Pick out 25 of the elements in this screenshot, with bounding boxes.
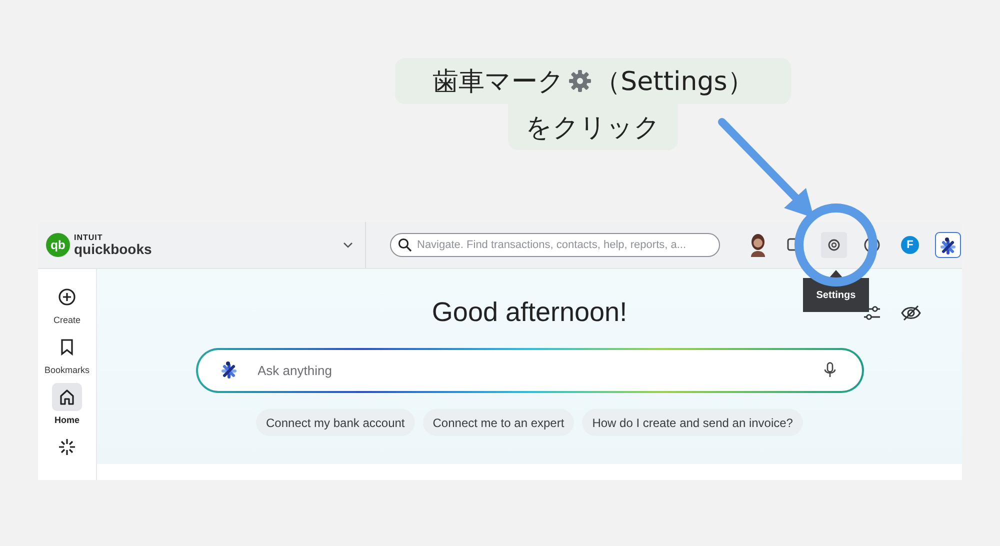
- suggestion-chip[interactable]: Connect me to an expert: [422, 409, 574, 436]
- callout-text: をクリック: [526, 112, 660, 144]
- logo-mark: qb: [46, 233, 70, 257]
- profile-initial[interactable]: F: [901, 236, 919, 254]
- eye-slash-icon[interactable]: [900, 302, 922, 322]
- logo-product: quickbooks: [74, 242, 152, 256]
- callout-text: （Settings）: [594, 66, 754, 98]
- home-icon[interactable]: [52, 383, 82, 411]
- search-field[interactable]: Navigate. Find transactions, contacts, help, reports, a...: [390, 233, 720, 257]
- suggestion-chip[interactable]: How do I create and send an invoice?: [582, 409, 803, 436]
- greeting: Good afternoon!: [432, 297, 628, 328]
- sparkle-icon[interactable]: [935, 232, 961, 258]
- sparkle-icon: [220, 361, 238, 379]
- microphone-icon[interactable]: [824, 362, 836, 378]
- sidebar-label[interactable]: Home: [54, 415, 80, 425]
- sidebar-label[interactable]: Create: [53, 315, 80, 325]
- callout-text: 歯車マーク: [432, 66, 565, 98]
- gear-icon: [568, 69, 592, 93]
- settings-icon[interactable]: [821, 232, 847, 258]
- ask-field[interactable]: Ask anything: [196, 348, 864, 393]
- suggestion-chip[interactable]: Connect my bank account: [256, 409, 415, 436]
- logo-brand: INTUIT: [74, 234, 104, 242]
- chevron-down-icon[interactable]: [343, 242, 353, 248]
- sidebar-label[interactable]: Bookmarks: [44, 365, 90, 375]
- search-icon: [398, 238, 412, 252]
